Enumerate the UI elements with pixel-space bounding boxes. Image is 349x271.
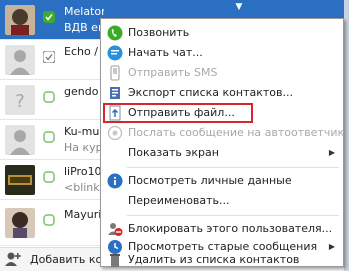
contact-name: Mayuri	[64, 208, 102, 221]
contact-name: Melatori	[64, 5, 104, 18]
menu-item-call[interactable]: Позвонить	[103, 23, 341, 43]
contact-name: Ku-mur	[64, 125, 104, 138]
avatar: ?	[5, 85, 35, 115]
menu-item-rename[interactable]: Переименовать...	[103, 191, 341, 211]
menu-item-send-file[interactable]: Отправить файл...	[103, 103, 253, 123]
menu-item-label: Посмотреть личные данные	[128, 174, 292, 187]
avatar	[5, 208, 35, 238]
context-menu: Позвонить Начать чат... Отправить SMS Эк…	[100, 18, 344, 267]
avatar	[5, 45, 35, 75]
avatar	[5, 125, 35, 155]
menu-item-start-chat[interactable]: Начать чат...	[103, 43, 341, 63]
sms-icon	[107, 65, 123, 81]
submenu-arrow-icon: ▶	[328, 148, 335, 157]
contact-name: Echo /	[64, 45, 98, 58]
avatar	[5, 5, 35, 35]
export-contacts-icon	[107, 85, 123, 101]
svg-text:?: ?	[15, 91, 25, 112]
contact-name: liPro100	[64, 165, 104, 178]
menu-item-label: Начать чат...	[128, 46, 203, 59]
info-icon	[107, 173, 123, 189]
add-contact-button[interactable]: Добавить ко	[30, 253, 102, 266]
contact-mood: <blink>	[64, 181, 104, 194]
menu-item-send-sms[interactable]: Отправить SMS	[103, 63, 341, 83]
chat-icon	[107, 45, 123, 61]
menu-item-export-contacts[interactable]: Экспорт списка контактов...	[103, 83, 341, 103]
menu-item-send-voicemail[interactable]: Послать сообщение на автоответчик	[103, 123, 345, 143]
skype-status-icon	[42, 50, 56, 64]
block-user-icon	[107, 221, 123, 237]
menu-item-label: Позвонить	[128, 26, 190, 39]
menu-item-view-profile[interactable]: Посмотреть личные данные	[103, 171, 341, 191]
menu-separator	[127, 215, 339, 216]
offline-status-icon	[43, 91, 55, 103]
avatar	[5, 165, 35, 195]
menu-item-share-screen[interactable]: Показать экран ▶	[103, 143, 341, 163]
menu-item-label: Отправить файл...	[128, 106, 235, 119]
chevron-down-icon[interactable]: ▼	[234, 0, 244, 16]
menu-item-label: Блокировать этого пользователя...	[128, 222, 333, 235]
window-edge	[344, 0, 349, 271]
voicemail-icon	[107, 125, 123, 141]
menu-item-remove-contact[interactable]: Удалить из списка контактов	[103, 253, 341, 267]
trash-icon	[107, 253, 123, 269]
menu-item-label: Удалить из списка контактов	[128, 253, 300, 266]
contact-mood: На кур	[64, 141, 103, 154]
phone-icon	[107, 25, 123, 41]
add-contact-icon[interactable]	[4, 251, 22, 267]
send-file-icon	[107, 105, 123, 121]
menu-item-label: Переименовать...	[128, 194, 230, 207]
online-status-icon	[43, 11, 55, 23]
menu-item-label: Отправить SMS	[128, 66, 218, 79]
offline-status-icon	[43, 214, 55, 226]
contact-name: gendo	[64, 85, 99, 98]
menu-item-label: Послать сообщение на автоответчик	[128, 126, 345, 139]
offline-status-icon	[43, 131, 55, 143]
menu-separator	[127, 167, 339, 168]
menu-item-label: Экспорт списка контактов...	[128, 86, 293, 99]
menu-item-block-user[interactable]: Блокировать этого пользователя...	[103, 219, 341, 239]
offline-status-icon	[43, 171, 55, 183]
menu-item-label: Показать экран	[128, 146, 219, 159]
contact-mood: ВДВ en	[64, 21, 104, 34]
